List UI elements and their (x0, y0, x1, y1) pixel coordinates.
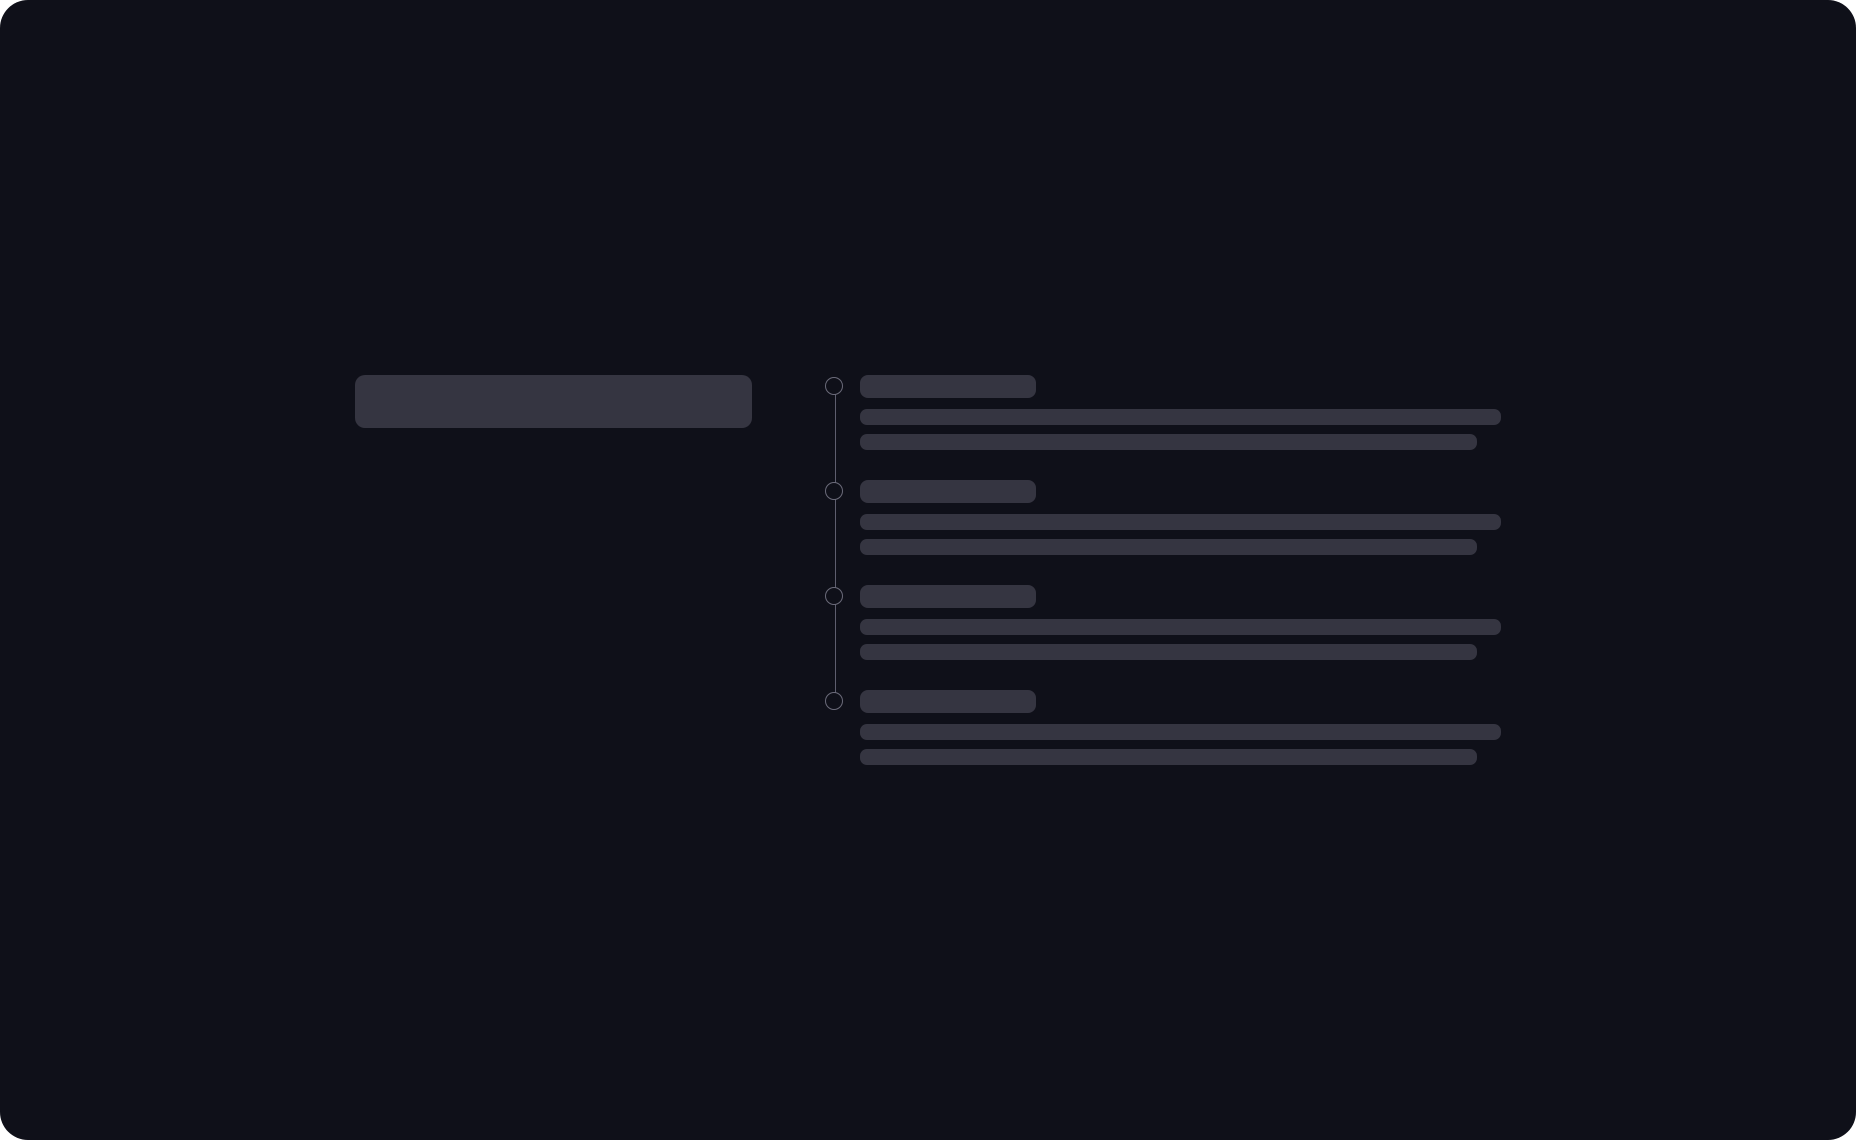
timeline-dot-icon (825, 692, 843, 710)
timeline-step-4 (825, 690, 1505, 780)
step-text-line-skeleton (860, 409, 1501, 425)
step-text-line-skeleton (860, 644, 1477, 660)
step-text-line-skeleton (860, 539, 1477, 555)
timeline-step-2 (825, 480, 1505, 570)
timeline-step-1 (825, 375, 1505, 465)
step-text-line-skeleton (860, 619, 1501, 635)
step-text-line-skeleton (860, 724, 1501, 740)
loading-screen (0, 0, 1856, 1140)
timeline-dot-icon (825, 377, 843, 395)
title-skeleton (355, 375, 752, 428)
step-text-line-skeleton (860, 749, 1477, 765)
timeline-step-3 (825, 585, 1505, 675)
step-text-line-skeleton (860, 434, 1477, 450)
step-title-skeleton (860, 690, 1036, 713)
step-text-line-skeleton (860, 514, 1501, 530)
timeline-skeleton (825, 375, 1505, 765)
step-title-skeleton (860, 375, 1036, 398)
step-title-skeleton (860, 585, 1036, 608)
step-title-skeleton (860, 480, 1036, 503)
timeline-dot-icon (825, 482, 843, 500)
timeline-dot-icon (825, 587, 843, 605)
